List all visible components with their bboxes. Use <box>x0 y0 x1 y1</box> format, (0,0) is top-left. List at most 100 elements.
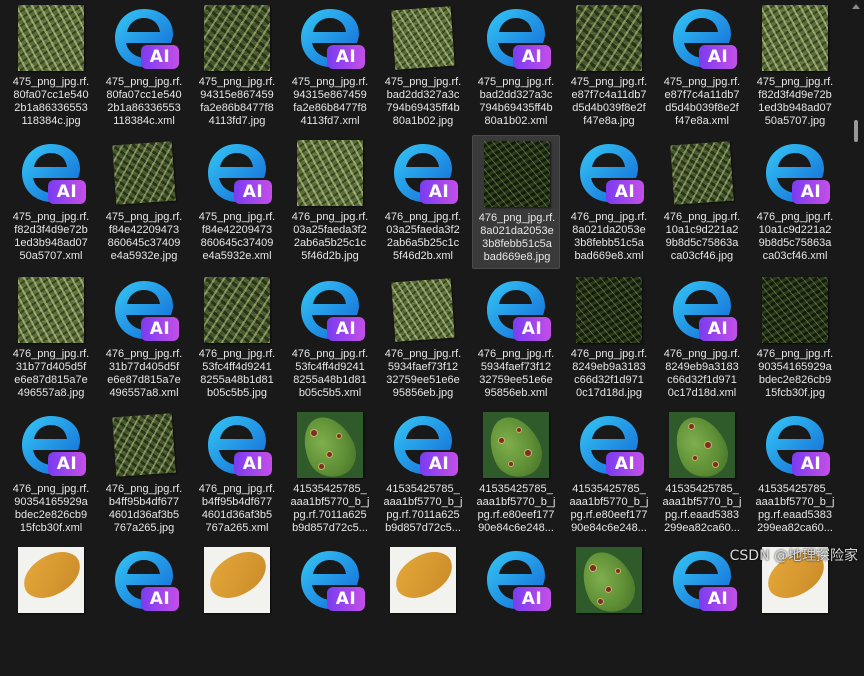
file-item[interactable]: AI 476_png_jpg.rf. 53fc4ff4d9241 8255a48b… <box>286 272 374 406</box>
file-item[interactable]: AI 475_png_jpg.rf. bad2dd327a3c 794b69435… <box>472 0 560 134</box>
file-name-label: 476_png_jpg.rf. 03a25faeda3f2 2ab6a5b25c… <box>384 211 462 262</box>
leaf-photo-thumbnail <box>297 412 363 478</box>
labelimg-ai-icon: AI <box>390 140 458 206</box>
file-name-label: 475_png_jpg.rf. 94315e867459 fa2e86b8477… <box>291 76 369 127</box>
file-item[interactable]: 475_png_jpg.rf. e87f7c4a11db7 d5d4b039f8… <box>565 0 653 134</box>
file-name-label: 476_png_jpg.rf. 03a25faeda3f2 2ab6a5b25c… <box>291 211 369 262</box>
file-thumbnail <box>16 275 86 345</box>
file-item[interactable] <box>379 542 467 676</box>
labelimg-ai-icon: AI <box>111 547 179 613</box>
grass-photo-thumbnail <box>18 5 84 71</box>
scroll-up-arrow-icon[interactable] <box>852 4 860 9</box>
file-item[interactable]: 476_png_jpg.rf. 03a25faeda3f2 2ab6a5b25c… <box>286 135 374 269</box>
file-thumbnail: AI <box>388 410 458 480</box>
file-thumbnail <box>574 275 644 345</box>
labelimg-ai-icon: AI <box>576 412 644 478</box>
file-item[interactable]: AI 41535425785_ aaa1bf5770_b_j pg.rf.eaad… <box>751 407 839 541</box>
file-item[interactable]: AI 475_png_jpg.rf. f82d3f4d9e72b 1ed3b948… <box>7 135 95 269</box>
file-thumbnail: AI <box>202 138 272 208</box>
ai-badge: AI <box>513 587 551 611</box>
file-item[interactable]: 475_png_jpg.rf. bad2dd327a3c 794b69435ff… <box>379 0 467 134</box>
file-item[interactable]: AI 475_png_jpg.rf. f84e42209473 860645c37… <box>193 135 281 269</box>
ai-badge: AI <box>420 452 458 476</box>
grass-photo-thumbnail <box>762 277 828 343</box>
file-item[interactable]: AI 476_png_jpg.rf. 03a25faeda3f2 2ab6a5b2… <box>379 135 467 269</box>
ai-badge: AI <box>792 180 830 204</box>
file-item[interactable]: 476_png_jpg.rf. 5934faef73f12 32759ee51e… <box>379 272 467 406</box>
file-item[interactable]: 475_png_jpg.rf. f84e42209473 860645c3740… <box>100 135 188 269</box>
grass-photo-thumbnail <box>112 413 176 477</box>
file-item[interactable] <box>7 542 95 676</box>
file-item[interactable]: 476_png_jpg.rf. 53fc4ff4d9241 8255a48b1d… <box>193 272 281 406</box>
file-item[interactable]: AI 475_png_jpg.rf. e87f7c4a11db7 d5d4b039… <box>658 0 746 134</box>
file-item[interactable]: 476_png_jpg.rf. 10a1c9d221a2 9b8d5c75863… <box>658 135 746 269</box>
file-item[interactable]: AI 41535425785_ aaa1bf5770_b_j pg.rf.e80e… <box>565 407 653 541</box>
file-name-label: 41535425785_ aaa1bf5770_b_j pg.rf.e80eef… <box>569 483 649 534</box>
file-item[interactable]: AI <box>472 542 560 676</box>
file-name-label: 475_png_jpg.rf. 80fa07cc1e540 2b1a863365… <box>105 76 183 127</box>
file-name-label: 476_png_jpg.rf. 90354165929a bdec2e826cb… <box>12 483 90 534</box>
file-name-label: 475_png_jpg.rf. e87f7c4a11db7 d5d4b039f8… <box>570 76 648 127</box>
file-item[interactable]: 475_png_jpg.rf. 94315e867459 fa2e86b8477… <box>193 0 281 134</box>
file-name-label: 475_png_jpg.rf. e87f7c4a11db7 d5d4b039f8… <box>663 76 741 127</box>
file-item[interactable]: AI 476_png_jpg.rf. 8249eb9a3183 c66d32f1d… <box>658 272 746 406</box>
grass-photo-thumbnail <box>576 5 642 71</box>
file-item[interactable]: 475_png_jpg.rf. f82d3f4d9e72b 1ed3b948ad… <box>751 0 839 134</box>
file-item[interactable]: 476_png_jpg.rf. 31b77d405d5f e6e87d815a7… <box>7 272 95 406</box>
file-thumbnail <box>295 138 365 208</box>
file-item[interactable]: AI <box>100 542 188 676</box>
file-item[interactable]: 41535425785_ aaa1bf5770_b_j pg.rf.eaad53… <box>658 407 746 541</box>
file-thumbnail: AI <box>760 138 830 208</box>
grass-photo-thumbnail <box>762 5 828 71</box>
file-item[interactable]: AI 476_png_jpg.rf. 31b77d405d5f e6e87d815… <box>100 272 188 406</box>
vertical-scrollbar[interactable] <box>848 0 864 571</box>
file-item[interactable]: AI 476_png_jpg.rf. 90354165929a bdec2e826… <box>7 407 95 541</box>
ai-badge: AI <box>48 180 86 204</box>
file-thumbnail: AI <box>574 410 644 480</box>
file-item[interactable]: 41535425785_ aaa1bf5770_b_j pg.rf.e80eef… <box>472 407 560 541</box>
file-name-label: 475_png_jpg.rf. 94315e867459 fa2e86b8477… <box>198 76 276 127</box>
file-item[interactable]: 475_png_jpg.rf. 80fa07cc1e540 2b1a863365… <box>7 0 95 134</box>
file-item[interactable] <box>565 542 653 676</box>
file-name-label: 475_png_jpg.rf. f84e42209473 860645c3740… <box>105 211 183 262</box>
grass-photo-thumbnail <box>297 140 363 206</box>
ai-badge: AI <box>699 587 737 611</box>
file-thumbnail: AI <box>481 545 551 615</box>
scroll-thumb[interactable] <box>854 120 858 142</box>
labelimg-ai-icon: AI <box>297 547 365 613</box>
file-name-label: 475_png_jpg.rf. f82d3f4d9e72b 1ed3b948ad… <box>12 211 90 262</box>
file-item[interactable]: AI 476_png_jpg.rf. 10a1c9d221a2 9b8d5c758… <box>751 135 839 269</box>
file-item[interactable]: AI 41535425785_ aaa1bf5770_b_j pg.rf.7011… <box>379 407 467 541</box>
ai-badge: AI <box>327 45 365 69</box>
file-item[interactable]: 476_png_jpg.rf. 8249eb9a3183 c66d32f1d97… <box>565 272 653 406</box>
ai-badge: AI <box>327 587 365 611</box>
file-item[interactable]: AI 476_png_jpg.rf. b4ff95b4df677 4601d36a… <box>193 407 281 541</box>
labelimg-ai-icon: AI <box>483 277 551 343</box>
file-thumbnail: AI <box>667 3 737 73</box>
file-name-label: 41535425785_ aaa1bf5770_b_j pg.rf.eaad53… <box>662 483 742 534</box>
file-thumbnail: AI <box>16 410 86 480</box>
file-item[interactable]: AI 476_png_jpg.rf. 5934faef73f12 32759ee5… <box>472 272 560 406</box>
ai-badge: AI <box>513 45 551 69</box>
file-item[interactable]: 476_png_jpg.rf. b4ff95b4df677 4601d36af3… <box>100 407 188 541</box>
leaf-photo-thumbnail <box>204 547 270 613</box>
file-item[interactable]: AI <box>286 542 374 676</box>
file-item[interactable] <box>193 542 281 676</box>
file-item[interactable]: AI 475_png_jpg.rf. 80fa07cc1e540 2b1a8633… <box>100 0 188 134</box>
file-name-label: 476_png_jpg.rf. 8a021da2053e 3b8febb51c5… <box>478 212 556 263</box>
watermark: CSDN @地理探险家 <box>729 548 858 564</box>
file-thumbnail: AI <box>295 545 365 615</box>
file-item[interactable]: 41535425785_ aaa1bf5770_b_j pg.rf.7011a6… <box>286 407 374 541</box>
ai-badge: AI <box>513 317 551 341</box>
file-item[interactable]: 476_png_jpg.rf. 8a021da2053e 3b8febb51c5… <box>472 135 560 269</box>
file-item[interactable]: AI 475_png_jpg.rf. 94315e867459 fa2e86b84… <box>286 0 374 134</box>
grass-photo-thumbnail <box>204 5 270 71</box>
grass-photo-thumbnail <box>576 277 642 343</box>
labelimg-ai-icon: AI <box>669 277 737 343</box>
labelimg-ai-icon: AI <box>576 140 644 206</box>
file-thumbnail <box>481 410 551 480</box>
ai-badge: AI <box>606 452 644 476</box>
file-name-label: 475_png_jpg.rf. 80fa07cc1e540 2b1a863365… <box>12 76 90 127</box>
file-item[interactable]: 476_png_jpg.rf. 90354165929a bdec2e826cb… <box>751 272 839 406</box>
file-item[interactable]: AI 476_png_jpg.rf. 8a021da2053e 3b8febb51… <box>565 135 653 269</box>
